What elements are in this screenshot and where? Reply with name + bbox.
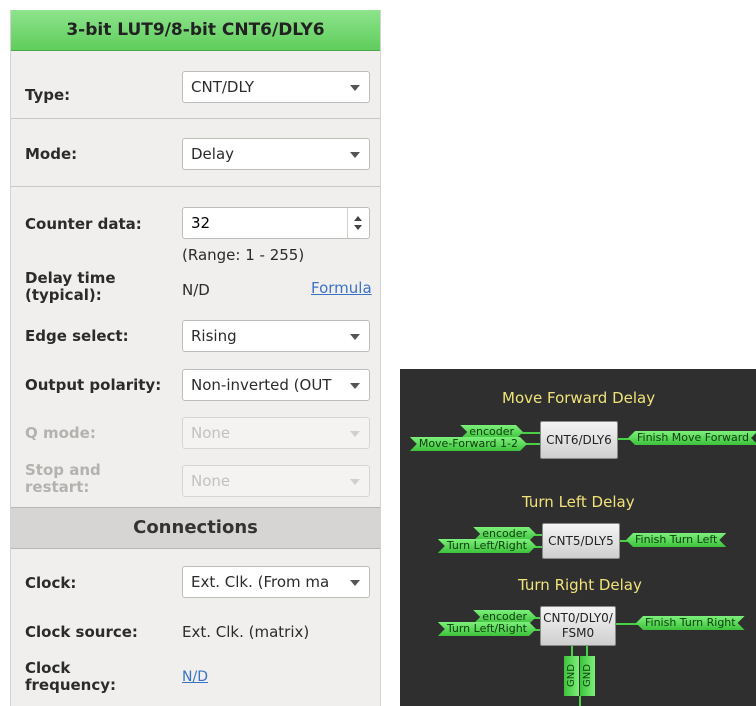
turn-right-title: Turn Right Delay <box>518 576 642 594</box>
edge-select-dropdown[interactable]: Rising <box>182 320 370 352</box>
mode-label: Mode: <box>25 145 78 163</box>
wire <box>579 696 581 706</box>
delay-time-value: N/D <box>182 281 210 299</box>
block-label-line1: CNT0/DLY0/ <box>543 611 613 625</box>
delay-time-label-line2: (typical): <box>25 286 102 304</box>
output-polarity-value: Non-inverted (OUT <box>191 376 332 394</box>
clock-source-label: Clock source: <box>25 623 138 641</box>
clock-frequency-label-line2: frequency: <box>25 676 117 694</box>
net-label-encoder[interactable]: encoder <box>473 527 536 541</box>
block-label-line2: FSM0 <box>561 626 595 640</box>
net-label-encoder[interactable]: encoder <box>473 610 536 624</box>
net-label-finish-turn-left[interactable]: Finish Turn Left <box>626 533 726 547</box>
divider <box>11 186 380 187</box>
schematic-view[interactable]: Move Forward Delay encoder Move-Forward … <box>400 369 756 706</box>
decrement-icon[interactable] <box>354 225 362 230</box>
edge-select-label: Edge select: <box>25 327 129 345</box>
properties-panel: 3-bit LUT9/8-bit CNT6/DLY6 Type: CNT/DLY… <box>10 10 381 706</box>
clock-frequency-label-line1: Clock <box>25 659 71 677</box>
net-label-finish-turn-right[interactable]: Finish Turn Right <box>636 616 745 630</box>
increment-icon[interactable] <box>354 216 362 221</box>
cnt0-dly0-fsm0-block[interactable]: CNT0/DLY0/ FSM0 <box>540 606 616 646</box>
move-forward-title: Move Forward Delay <box>502 389 656 407</box>
chevron-down-icon <box>350 580 360 586</box>
counter-data-label: Counter data: <box>25 215 142 233</box>
counter-data-value: 32 <box>191 214 211 232</box>
stop-restart-label: Stop and restart: <box>25 462 101 496</box>
clock-value: Ext. Clk. (From ma <box>191 573 330 591</box>
counter-range-text: (Range: 1 - 255) <box>182 246 305 264</box>
q-mode-label: Q mode: <box>25 424 96 442</box>
output-polarity-dropdown[interactable]: Non-inverted (OUT <box>182 369 370 401</box>
edge-select-value: Rising <box>191 327 237 345</box>
output-polarity-label: Output polarity: <box>25 376 162 394</box>
chevron-down-icon <box>350 152 360 158</box>
chevron-down-icon <box>350 431 360 437</box>
net-label-turn-left-right[interactable]: Turn Left/Right <box>438 622 536 636</box>
delay-time-label-line1: Delay time <box>25 269 116 287</box>
clock-dropdown[interactable]: Ext. Clk. (From ma <box>182 566 370 598</box>
q-mode-dropdown: None <box>182 417 370 449</box>
cnt5-dly5-block[interactable]: CNT5/DLY5 <box>542 523 620 559</box>
net-label-move-forward[interactable]: Move-Forward 1-2 <box>410 437 527 451</box>
stop-restart-value: None <box>191 472 231 490</box>
type-label: Type: <box>25 86 71 104</box>
stop-restart-label-line1: Stop and <box>25 461 101 479</box>
clock-frequency-label: Clock frequency: <box>25 660 116 694</box>
net-label-finish-move-forward[interactable]: Finish Move Forward <box>628 431 756 445</box>
clock-label: Clock: <box>25 574 77 592</box>
clock-source-value: Ext. Clk. (matrix) <box>182 623 310 641</box>
stop-restart-label-line2: restart: <box>25 478 90 496</box>
q-mode-value: None <box>191 424 231 442</box>
stop-restart-dropdown: None <box>182 465 370 497</box>
mode-dropdown[interactable]: Delay <box>182 138 370 170</box>
net-label-gnd[interactable]: GND <box>564 656 579 696</box>
chevron-down-icon <box>350 479 360 485</box>
net-label-gnd[interactable]: GND <box>580 656 595 696</box>
connections-section-header: Connections <box>11 507 380 549</box>
mode-value: Delay <box>191 145 235 163</box>
type-value: CNT/DLY <box>191 78 254 96</box>
clock-frequency-link[interactable]: N/D <box>182 669 208 685</box>
chevron-down-icon <box>350 85 360 91</box>
net-label-turn-left-right[interactable]: Turn Left/Right <box>438 539 536 553</box>
divider <box>11 118 380 119</box>
panel-title: 3-bit LUT9/8-bit CNT6/DLY6 <box>11 10 380 51</box>
cnt6-dly6-block[interactable]: CNT6/DLY6 <box>540 421 618 459</box>
chevron-down-icon <box>350 334 360 340</box>
formula-link[interactable]: Formula <box>311 279 372 297</box>
turn-left-title: Turn Left Delay <box>522 493 635 511</box>
chevron-down-icon <box>350 383 360 389</box>
spin-buttons[interactable] <box>347 208 369 238</box>
counter-data-spinbox[interactable]: 32 <box>182 207 370 239</box>
type-dropdown[interactable]: CNT/DLY <box>182 71 370 103</box>
net-label-encoder[interactable]: encoder <box>460 425 523 439</box>
delay-time-label: Delay time (typical): <box>25 270 116 304</box>
